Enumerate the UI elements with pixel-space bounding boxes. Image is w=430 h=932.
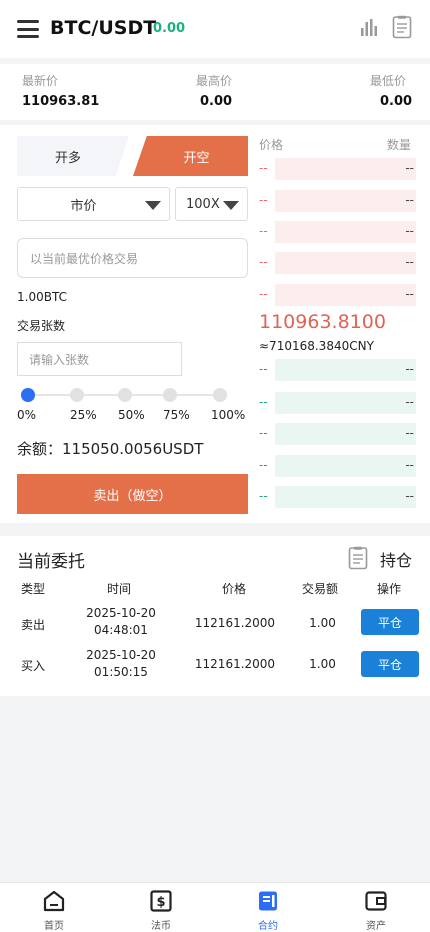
available-balance: 余额：115050.0056USDT bbox=[17, 440, 204, 458]
percent-label: 25% bbox=[70, 408, 97, 422]
low-price-value: 0.00 bbox=[380, 94, 413, 109]
percent-label: 0% bbox=[17, 408, 37, 422]
svg-text:$: $ bbox=[156, 895, 165, 910]
leverage-select[interactable]: 100X bbox=[175, 187, 248, 221]
order-date: 2025-10-20 bbox=[86, 648, 156, 662]
top-bar: BTC/USDT 0.00 bbox=[0, 0, 430, 58]
price-summary: 最新价 110963.81 最高价 0.00 最低价 0.00 bbox=[0, 64, 430, 120]
nav-label: 资产 bbox=[366, 921, 386, 932]
low-price-label: 最低价 bbox=[370, 74, 407, 88]
order-time: 04:48:01 bbox=[94, 623, 148, 637]
order-amount: 1.00 bbox=[309, 657, 336, 671]
ask-row[interactable]: -- -- bbox=[259, 158, 416, 180]
order-type: 卖出 bbox=[21, 618, 46, 632]
order-type: 买入 bbox=[21, 659, 46, 673]
nav-home[interactable]: 首页 bbox=[24, 883, 84, 932]
bid-row[interactable]: -- -- bbox=[259, 359, 416, 381]
column-header: 交易额 bbox=[302, 582, 339, 596]
ask-row[interactable]: -- -- bbox=[259, 221, 416, 243]
leverage-value: 100X bbox=[186, 196, 220, 212]
pair-title[interactable]: BTC/USDT bbox=[50, 17, 156, 39]
document-icon[interactable] bbox=[392, 15, 412, 39]
nav-assets[interactable]: 资产 bbox=[346, 883, 406, 932]
menu-icon[interactable] bbox=[17, 20, 39, 38]
slider-stop-25[interactable] bbox=[70, 388, 84, 402]
orderbook-qty-header: 数量 bbox=[387, 138, 412, 152]
quantity-input[interactable]: 请输入张数 bbox=[17, 342, 182, 376]
ask-row[interactable]: -- -- bbox=[259, 252, 416, 274]
column-header: 操作 bbox=[377, 582, 402, 596]
ask-row[interactable]: -- -- bbox=[259, 190, 416, 212]
column-header: 价格 bbox=[222, 582, 247, 596]
caret-down-icon bbox=[223, 201, 239, 210]
contract-icon bbox=[259, 891, 277, 911]
trade-panel: 开多 开空 市价 100X 以当前最优价格交易 1.00BTC 交易张数 请输入… bbox=[0, 125, 430, 523]
clipboard-icon[interactable] bbox=[348, 546, 368, 570]
current-orders-title: 当前委托 bbox=[17, 552, 85, 572]
close-position-button[interactable]: 平仓 bbox=[361, 651, 419, 677]
ask-row[interactable]: -- -- bbox=[259, 284, 416, 306]
price-input[interactable]: 以当前最优价格交易 bbox=[17, 238, 248, 278]
bid-row[interactable]: -- -- bbox=[259, 423, 416, 445]
change-percent: 0.00 bbox=[153, 21, 186, 36]
order-amount: 1.00 bbox=[309, 616, 336, 630]
nav-label: 合约 bbox=[258, 921, 278, 932]
percent-label: 50% bbox=[118, 408, 145, 422]
nav-label: 首页 bbox=[44, 921, 64, 932]
order-type-value: 市价 bbox=[70, 198, 97, 214]
slider-handle[interactable] bbox=[21, 388, 35, 402]
latest-price-value: 110963.81 bbox=[22, 94, 100, 109]
percent-label: 75% bbox=[163, 408, 190, 422]
wallet-icon bbox=[365, 891, 387, 911]
home-icon bbox=[43, 890, 65, 912]
percent-label: 100% bbox=[211, 408, 246, 422]
sell-short-button[interactable]: 卖出（做空） bbox=[17, 474, 248, 514]
order-price: 112161.2000 bbox=[194, 616, 276, 630]
bar-chart-icon[interactable] bbox=[359, 17, 379, 37]
positions-link[interactable]: 持仓 bbox=[380, 547, 412, 571]
column-header: 时间 bbox=[107, 582, 132, 596]
slider-stop-50[interactable] bbox=[118, 388, 132, 402]
quantity-label: 交易张数 bbox=[17, 319, 66, 333]
cny-equivalent: ≈710168.3840CNY bbox=[259, 339, 374, 353]
tab-open-long[interactable]: 开多 bbox=[17, 136, 129, 176]
orderbook-price-header: 价格 bbox=[259, 138, 284, 152]
current-orders-section: 当前委托 持仓 类型 时间 价格 交易额 操作 卖出 2025-10-20 04… bbox=[0, 536, 430, 696]
caret-down-icon bbox=[145, 201, 161, 210]
bid-row[interactable]: -- -- bbox=[259, 486, 416, 508]
bid-row[interactable]: -- -- bbox=[259, 455, 416, 477]
nav-contract[interactable]: 合约 bbox=[238, 883, 298, 932]
contract-unit: 1.00BTC bbox=[17, 290, 67, 304]
last-price: 110963.8100 bbox=[259, 311, 386, 333]
dollar-icon: $ bbox=[150, 890, 172, 912]
bid-row[interactable]: -- -- bbox=[259, 392, 416, 414]
slider-stop-100[interactable] bbox=[213, 388, 227, 402]
order-date: 2025-10-20 bbox=[86, 606, 156, 620]
column-header: 类型 bbox=[21, 582, 46, 596]
order-type-select[interactable]: 市价 bbox=[17, 187, 170, 221]
bottom-nav: 首页 $ 法币 合约 资产 bbox=[0, 882, 430, 932]
high-price-label: 最高价 bbox=[196, 74, 233, 88]
order-price: 112161.2000 bbox=[194, 657, 276, 671]
latest-price-label: 最新价 bbox=[22, 74, 59, 88]
nav-label: 法币 bbox=[151, 921, 171, 932]
high-price-value: 0.00 bbox=[200, 94, 233, 109]
tab-open-short[interactable]: 开空 bbox=[133, 136, 248, 176]
order-time: 01:50:15 bbox=[94, 665, 148, 679]
close-position-button[interactable]: 平仓 bbox=[361, 609, 419, 635]
nav-fiat[interactable]: $ 法币 bbox=[131, 883, 191, 932]
slider-stop-75[interactable] bbox=[163, 388, 177, 402]
